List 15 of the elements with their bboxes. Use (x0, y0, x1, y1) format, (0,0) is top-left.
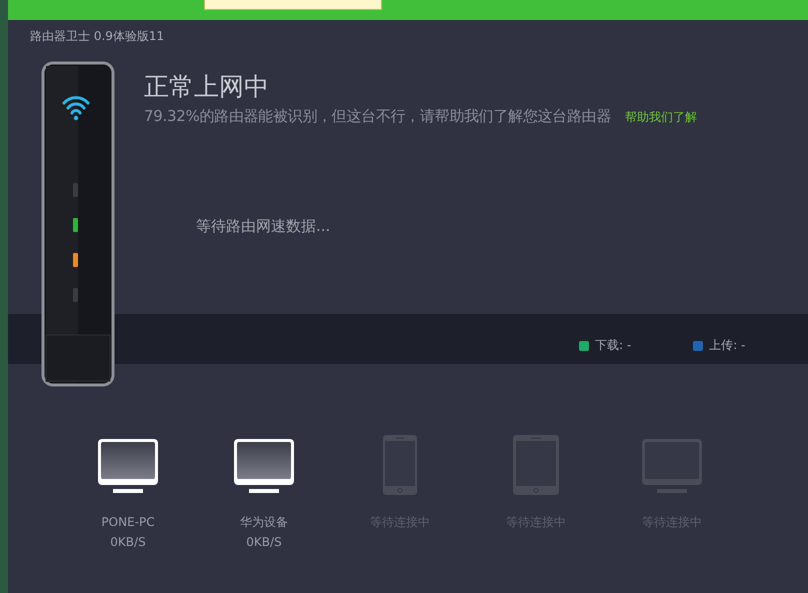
window-title: 路由器卫士 0.9体验版11 (29, 28, 166, 45)
monitor-icon[interactable] (233, 438, 295, 496)
device-speed: 0KB/S (246, 534, 282, 551)
legend-label: 下载: - (595, 337, 632, 354)
status-headline: 正常上网中 (144, 71, 270, 103)
phone-icon[interactable] (382, 434, 418, 496)
legend-label: 上传: - (709, 337, 746, 354)
device-name: 华为设备 (240, 514, 288, 531)
waiting-text: 等待路由网速数据... (196, 217, 332, 236)
device-name: PONE-PC (101, 514, 155, 531)
status-message: 79.32%的路由器能被识别，但这台不行，请帮助我们了解您这台路由器 (144, 107, 611, 126)
monitor-icon[interactable] (97, 438, 159, 496)
device-speed: 0KB/S (110, 534, 146, 551)
help-link[interactable]: 帮助我们了解 (625, 109, 697, 126)
tablet-icon[interactable] (512, 434, 560, 496)
